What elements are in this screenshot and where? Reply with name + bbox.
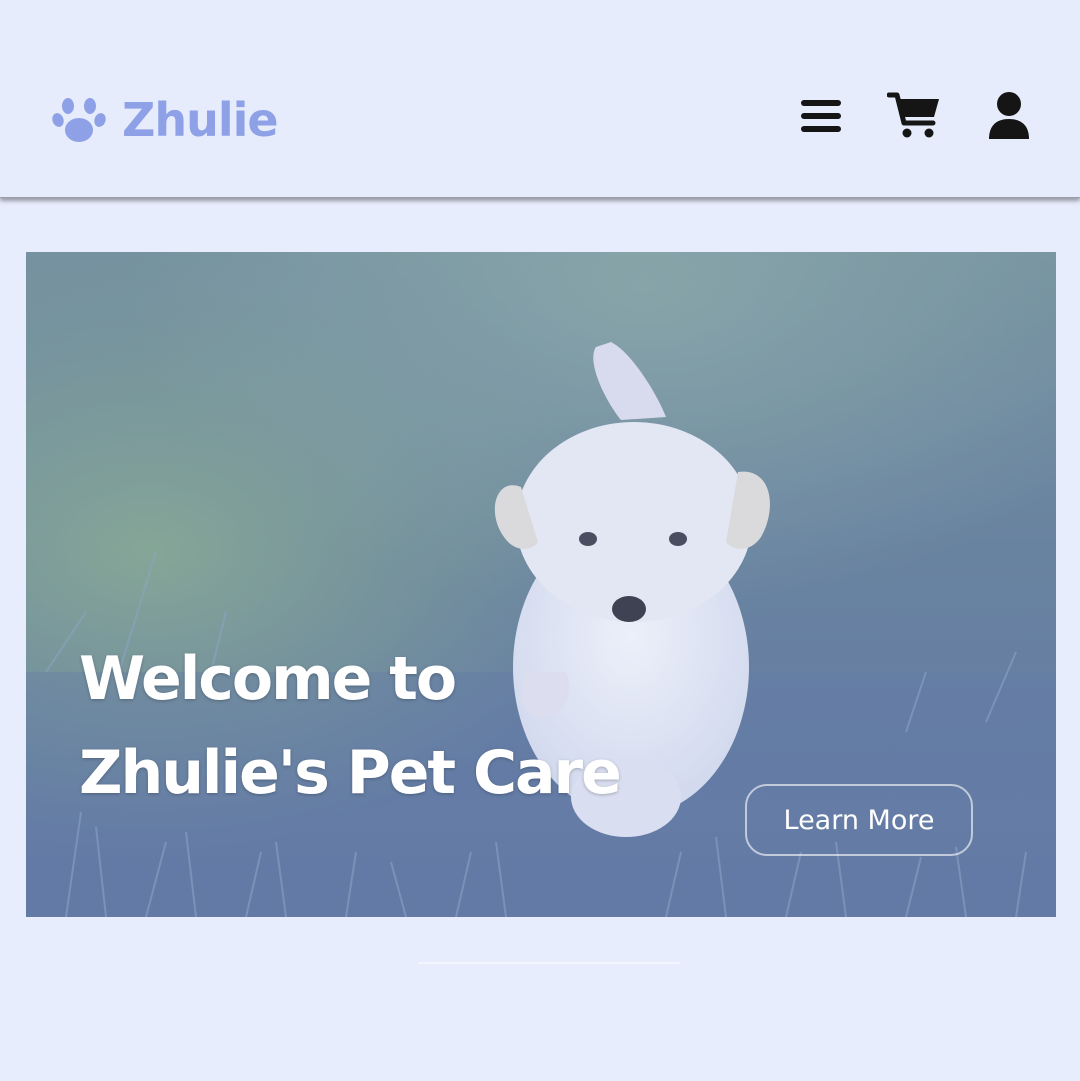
- learn-more-button[interactable]: Learn More: [745, 784, 973, 856]
- section-divider: [418, 962, 680, 964]
- user-icon[interactable]: [981, 88, 1037, 144]
- hero-title: Welcome to Zhulie's Pet Care: [79, 632, 622, 820]
- brand-name: Zhulie: [122, 93, 279, 147]
- hero-title-line2: Zhulie's Pet Care: [79, 738, 622, 808]
- site-header: Zhulie: [0, 0, 1080, 198]
- brand-logo[interactable]: Zhulie: [52, 90, 279, 150]
- cart-icon[interactable]: [886, 88, 942, 144]
- hero-banner: Welcome to Zhulie's Pet Care Learn More: [26, 252, 1056, 917]
- hero-title-line1: Welcome to: [79, 644, 457, 714]
- paw-icon: [52, 95, 106, 145]
- menu-icon[interactable]: [793, 88, 849, 144]
